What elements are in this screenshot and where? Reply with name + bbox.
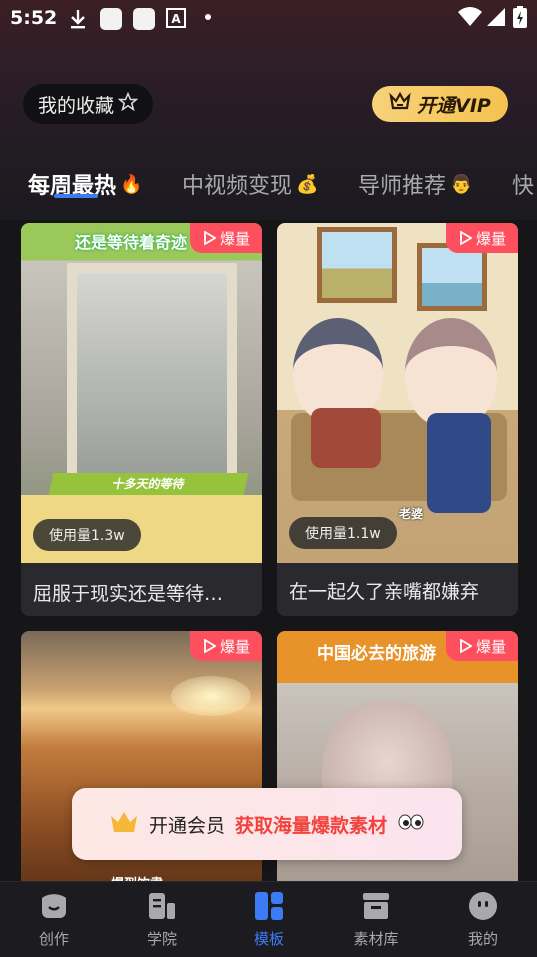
tab-video-monetize[interactable]: 中视频变现 💰 xyxy=(182,168,318,200)
character-boy-body xyxy=(311,408,381,468)
active-tab-indicator xyxy=(54,194,98,198)
sun-glow xyxy=(171,676,251,716)
usage-count: 使用量1.1w xyxy=(289,517,397,549)
font-icon: A xyxy=(166,8,186,32)
wifi-icon xyxy=(458,7,482,31)
eyes-icon xyxy=(397,813,425,836)
star-outline-icon xyxy=(117,91,139,117)
profile-icon xyxy=(467,890,499,922)
nav-label: 模板 xyxy=(253,930,284,948)
badge-label: 爆量 xyxy=(219,637,250,656)
hot-badge: 爆量 xyxy=(446,223,518,253)
template-thumbnail: 老婆 xyxy=(277,223,518,563)
crown-icon xyxy=(109,810,139,839)
template-title: 屈服于现实还是等待… xyxy=(33,583,224,605)
man-icon: 👨 xyxy=(450,173,473,195)
academy-icon xyxy=(146,890,178,922)
hot-badge: 爆量 xyxy=(190,631,262,661)
category-tabs: 每周最热 🔥 中视频变现 💰 导师推荐 👨 快 xyxy=(0,160,537,210)
badge-label: 爆量 xyxy=(475,637,506,656)
template-thumbnail: 还是等待着奇迹 十多天的等待 xyxy=(21,223,262,563)
nav-create[interactable]: 创作 xyxy=(14,890,94,949)
fire-icon: 🔥 xyxy=(120,173,143,195)
thumbnail-caption: 中国必去的旅游 xyxy=(317,644,436,664)
promo-highlight: 获取海量爆款素材 xyxy=(235,814,388,837)
tab-mentor-recommend[interactable]: 导师推荐 👨 xyxy=(358,168,472,200)
character-girl-body xyxy=(427,413,491,513)
status-bar: 5:52 A xyxy=(0,0,537,36)
favorites-label: 我的收藏 xyxy=(37,94,114,117)
play-icon xyxy=(460,231,472,245)
nav-template[interactable]: 模板 xyxy=(229,890,309,949)
wall-picture xyxy=(317,227,397,303)
nav-label: 学院 xyxy=(146,930,177,948)
status-time: 5:52 xyxy=(10,7,58,29)
nav-academy[interactable]: 学院 xyxy=(122,890,202,949)
nav-label: 我的 xyxy=(467,930,498,948)
promo-prefix: 开通会员 xyxy=(148,814,225,837)
badge-label: 爆量 xyxy=(475,229,506,248)
caption-text: 十多天的等待 xyxy=(110,477,186,491)
template-icon xyxy=(253,890,285,922)
template-card[interactable]: 还是等待着奇迹 十多天的等待 爆量 使用量1.3w 屈服于现实还是等待… xyxy=(21,223,262,616)
tab-more[interactable]: 快 xyxy=(512,168,534,200)
dot-icon xyxy=(205,14,211,20)
vip-label: 开通VIP xyxy=(417,94,491,117)
money-bag-icon: 💰 xyxy=(296,173,319,195)
play-icon xyxy=(204,231,216,245)
nav-label: 素材库 xyxy=(353,930,399,948)
thumbnail-caption: 十多天的等待 xyxy=(48,473,249,495)
vip-promo-banner[interactable]: 开通会员 获取海量爆款素材 xyxy=(72,788,462,860)
hot-badge: 爆量 xyxy=(190,223,262,253)
tab-label: 导师推荐 xyxy=(358,174,447,199)
thumbnail-caption: 老婆 xyxy=(399,507,424,521)
nav-profile[interactable]: 我的 xyxy=(443,890,523,949)
badge-label: 爆量 xyxy=(219,229,250,248)
bottom-navigation: 创作 学院 模板 素材库 我的 xyxy=(0,881,537,957)
favorites-button[interactable]: 我的收藏 xyxy=(23,84,153,124)
tab-label: 快 xyxy=(512,174,535,199)
hot-badge: 爆量 xyxy=(446,631,518,661)
character-girl xyxy=(405,318,497,428)
nav-label: 创作 xyxy=(38,930,69,948)
open-vip-button[interactable]: 开通VIP xyxy=(372,86,508,122)
app-square-icon xyxy=(133,8,155,30)
wall-picture xyxy=(417,243,487,311)
thumbnail-caption: 还是等待着奇迹 xyxy=(75,233,188,252)
svg-text:A: A xyxy=(171,12,181,26)
store-icon xyxy=(360,890,392,922)
battery-icon xyxy=(513,6,527,32)
crown-icon xyxy=(389,91,411,117)
play-icon xyxy=(460,639,472,653)
signal-icon xyxy=(486,7,506,31)
usage-count: 使用量1.3w xyxy=(33,519,141,551)
download-icon xyxy=(68,8,88,34)
nav-material-library[interactable]: 素材库 xyxy=(336,890,416,949)
template-card[interactable]: 老婆 爆量 使用量1.1w 在一起久了亲嘴都嫌弃 xyxy=(277,223,518,616)
play-icon xyxy=(204,639,216,653)
template-title: 在一起久了亲嘴都嫌弃 xyxy=(289,581,480,603)
create-icon xyxy=(38,890,70,922)
tab-label: 中视频变现 xyxy=(182,174,293,199)
app-square-icon xyxy=(100,8,122,30)
